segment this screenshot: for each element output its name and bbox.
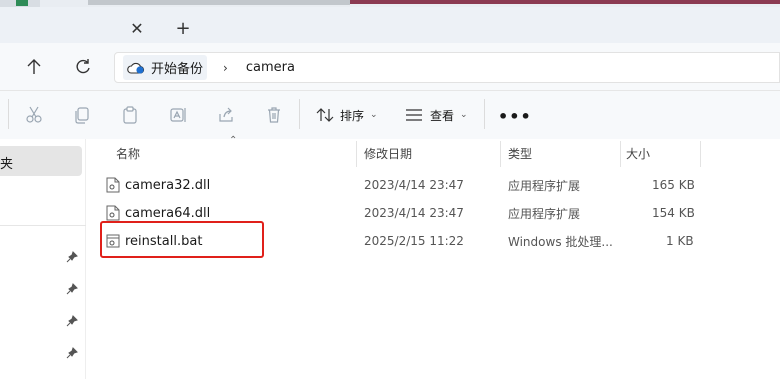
dll-file-icon bbox=[106, 205, 120, 221]
toolbar-divider bbox=[484, 99, 485, 129]
chevron-right-icon[interactable]: › bbox=[223, 61, 228, 75]
more-options-button[interactable]: ••• bbox=[498, 107, 532, 126]
chevron-down-icon: ⌄ bbox=[370, 110, 378, 120]
refresh-icon[interactable] bbox=[73, 57, 93, 77]
pin-icon[interactable] bbox=[66, 283, 78, 295]
toolbar-divider bbox=[8, 99, 9, 129]
view-list-icon bbox=[406, 109, 422, 121]
view-label: 查看 bbox=[430, 108, 455, 123]
file-size: 1 KB bbox=[666, 234, 694, 248]
sort-label: 排序 bbox=[340, 108, 365, 123]
navigation-pane: 夹 bbox=[0, 139, 86, 379]
pin-icon[interactable] bbox=[66, 347, 78, 359]
view-button[interactable]: 查看 ⌄ bbox=[404, 104, 468, 126]
breadcrumb-root[interactable]: 开始备份 bbox=[123, 55, 208, 80]
column-header-name[interactable]: 名称 bbox=[116, 139, 140, 167]
breadcrumb-current[interactable]: camera bbox=[246, 60, 295, 75]
file-type: 应用程序扩展 bbox=[508, 206, 581, 221]
up-arrow-icon[interactable] bbox=[24, 57, 44, 77]
pin-icon[interactable] bbox=[66, 251, 78, 263]
tab-bar: ✕ + bbox=[0, 7, 780, 43]
file-name: camera64.dll bbox=[125, 205, 211, 221]
file-row[interactable]: camera32.dll 2023/4/14 23:47 应用程序扩展 165 … bbox=[86, 171, 780, 199]
highlight-box bbox=[100, 221, 264, 258]
column-header-type[interactable]: 类型 bbox=[508, 139, 532, 167]
new-tab-button[interactable]: + bbox=[172, 17, 194, 39]
column-divider[interactable] bbox=[356, 141, 357, 167]
column-divider[interactable] bbox=[700, 141, 701, 167]
sort-icon bbox=[316, 108, 334, 122]
sidebar-item-label: 夹 bbox=[0, 157, 14, 172]
column-divider[interactable] bbox=[500, 141, 501, 167]
copy-icon[interactable] bbox=[72, 105, 92, 125]
file-list: ⌃ 名称 修改日期 类型 大小 camera32.dll 2023/4/14 2… bbox=[86, 135, 780, 379]
background-window-fragment bbox=[350, 0, 780, 4]
close-tab-icon[interactable]: ✕ bbox=[126, 17, 148, 39]
share-icon[interactable] bbox=[216, 105, 236, 125]
file-size: 154 KB bbox=[652, 206, 695, 220]
file-modified: 2025/2/15 11:22 bbox=[364, 234, 464, 248]
sort-ascending-icon: ⌃ bbox=[229, 135, 238, 146]
window-top-strip bbox=[0, 0, 780, 7]
breadcrumb-root-label: 开始备份 bbox=[151, 62, 204, 77]
breadcrumb[interactable]: 开始备份 › camera bbox=[114, 52, 780, 83]
sidebar-item-selected[interactable]: 夹 bbox=[0, 146, 82, 176]
file-modified: 2023/4/14 23:47 bbox=[364, 206, 464, 220]
file-modified: 2023/4/14 23:47 bbox=[364, 178, 464, 192]
file-size: 165 KB bbox=[652, 178, 695, 192]
paste-icon[interactable] bbox=[120, 105, 140, 125]
cloud-backup-icon bbox=[127, 62, 145, 74]
file-type: Windows 批处理... bbox=[508, 234, 613, 249]
address-bar: 开始备份 › camera bbox=[0, 43, 780, 91]
sidebar-divider bbox=[0, 225, 86, 226]
cut-icon[interactable] bbox=[24, 105, 44, 125]
column-header-modified[interactable]: 修改日期 bbox=[364, 139, 412, 167]
column-divider[interactable] bbox=[620, 141, 621, 167]
command-bar: 排序 ⌄ 查看 ⌄ ••• bbox=[0, 91, 780, 139]
pin-icon[interactable] bbox=[66, 315, 78, 327]
file-name: camera32.dll bbox=[125, 177, 211, 193]
chevron-down-icon: ⌄ bbox=[460, 110, 468, 120]
rename-icon[interactable] bbox=[168, 105, 188, 125]
dll-file-icon bbox=[106, 177, 120, 193]
column-header-size[interactable]: 大小 bbox=[626, 139, 650, 167]
app-icon-fragment bbox=[16, 0, 28, 6]
file-name-cell: camera32.dll bbox=[106, 171, 210, 199]
toolbar-divider bbox=[299, 99, 300, 129]
background-window-fragment bbox=[88, 0, 350, 5]
delete-icon[interactable] bbox=[264, 105, 284, 125]
file-type: 应用程序扩展 bbox=[508, 178, 581, 193]
sort-button[interactable]: 排序 ⌄ bbox=[316, 104, 378, 126]
